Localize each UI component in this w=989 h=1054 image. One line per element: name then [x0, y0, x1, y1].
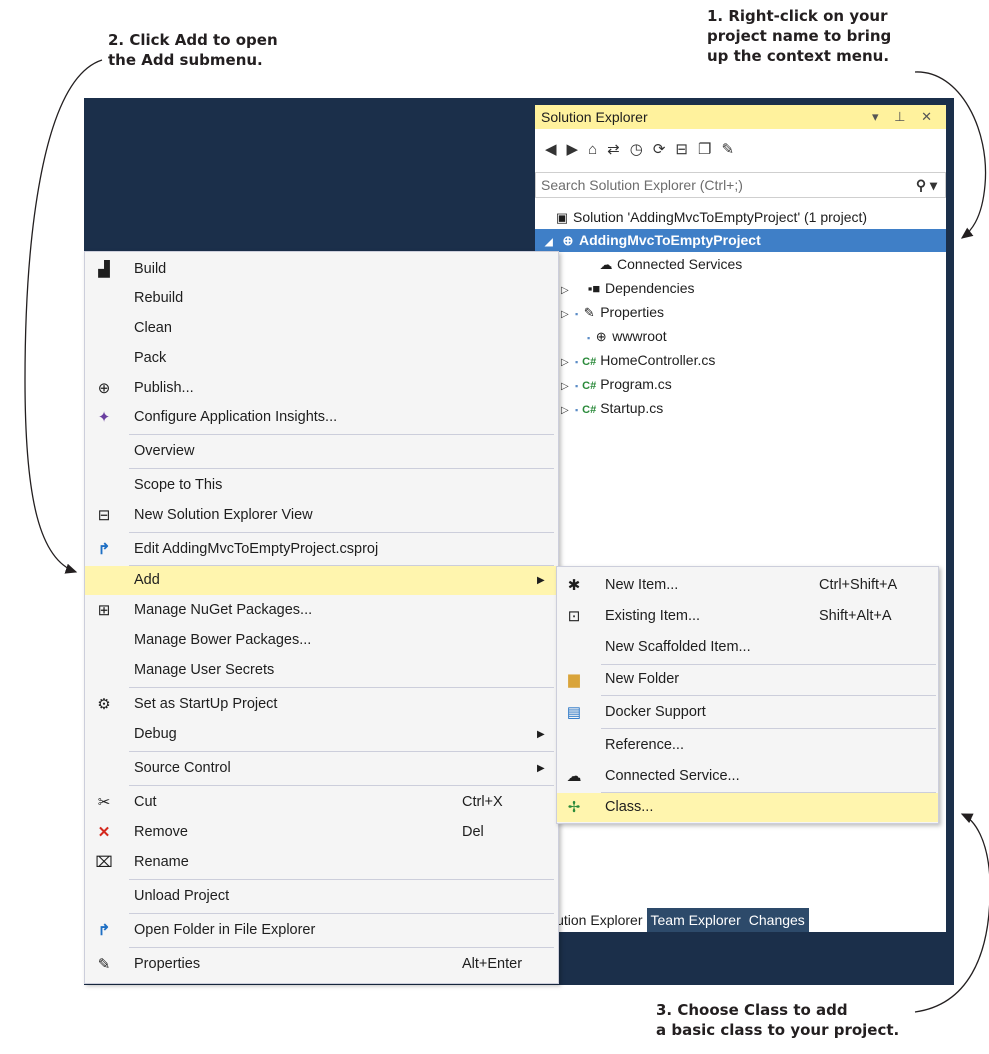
- arrow-add: [24, 59, 103, 574]
- arrow-class: [914, 813, 989, 1013]
- arrow-right-click: [914, 71, 987, 239]
- annotation-arrows: [24, 59, 989, 1013]
